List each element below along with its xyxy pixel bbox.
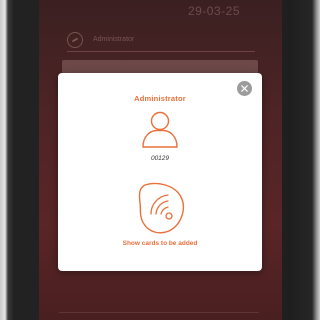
background-header: Administrator xyxy=(67,28,255,52)
rfid-card-icon xyxy=(138,182,185,234)
show-card-hint: Show cards to be added xyxy=(122,240,198,247)
add-card-dialog: Administrator 00129 Show cards to be add… xyxy=(58,73,262,271)
key-icon xyxy=(67,31,83,48)
device-bezel-right xyxy=(288,0,320,320)
background-bar xyxy=(62,60,258,74)
background-header-label: Administrator xyxy=(93,36,135,43)
background-date: 29-03-25 xyxy=(187,4,240,18)
user-title: Administrator xyxy=(134,94,186,103)
close-icon xyxy=(241,85,248,92)
user-code: 00129 xyxy=(150,155,170,162)
background-bottom-divider xyxy=(59,312,259,320)
user-icon xyxy=(142,111,178,148)
